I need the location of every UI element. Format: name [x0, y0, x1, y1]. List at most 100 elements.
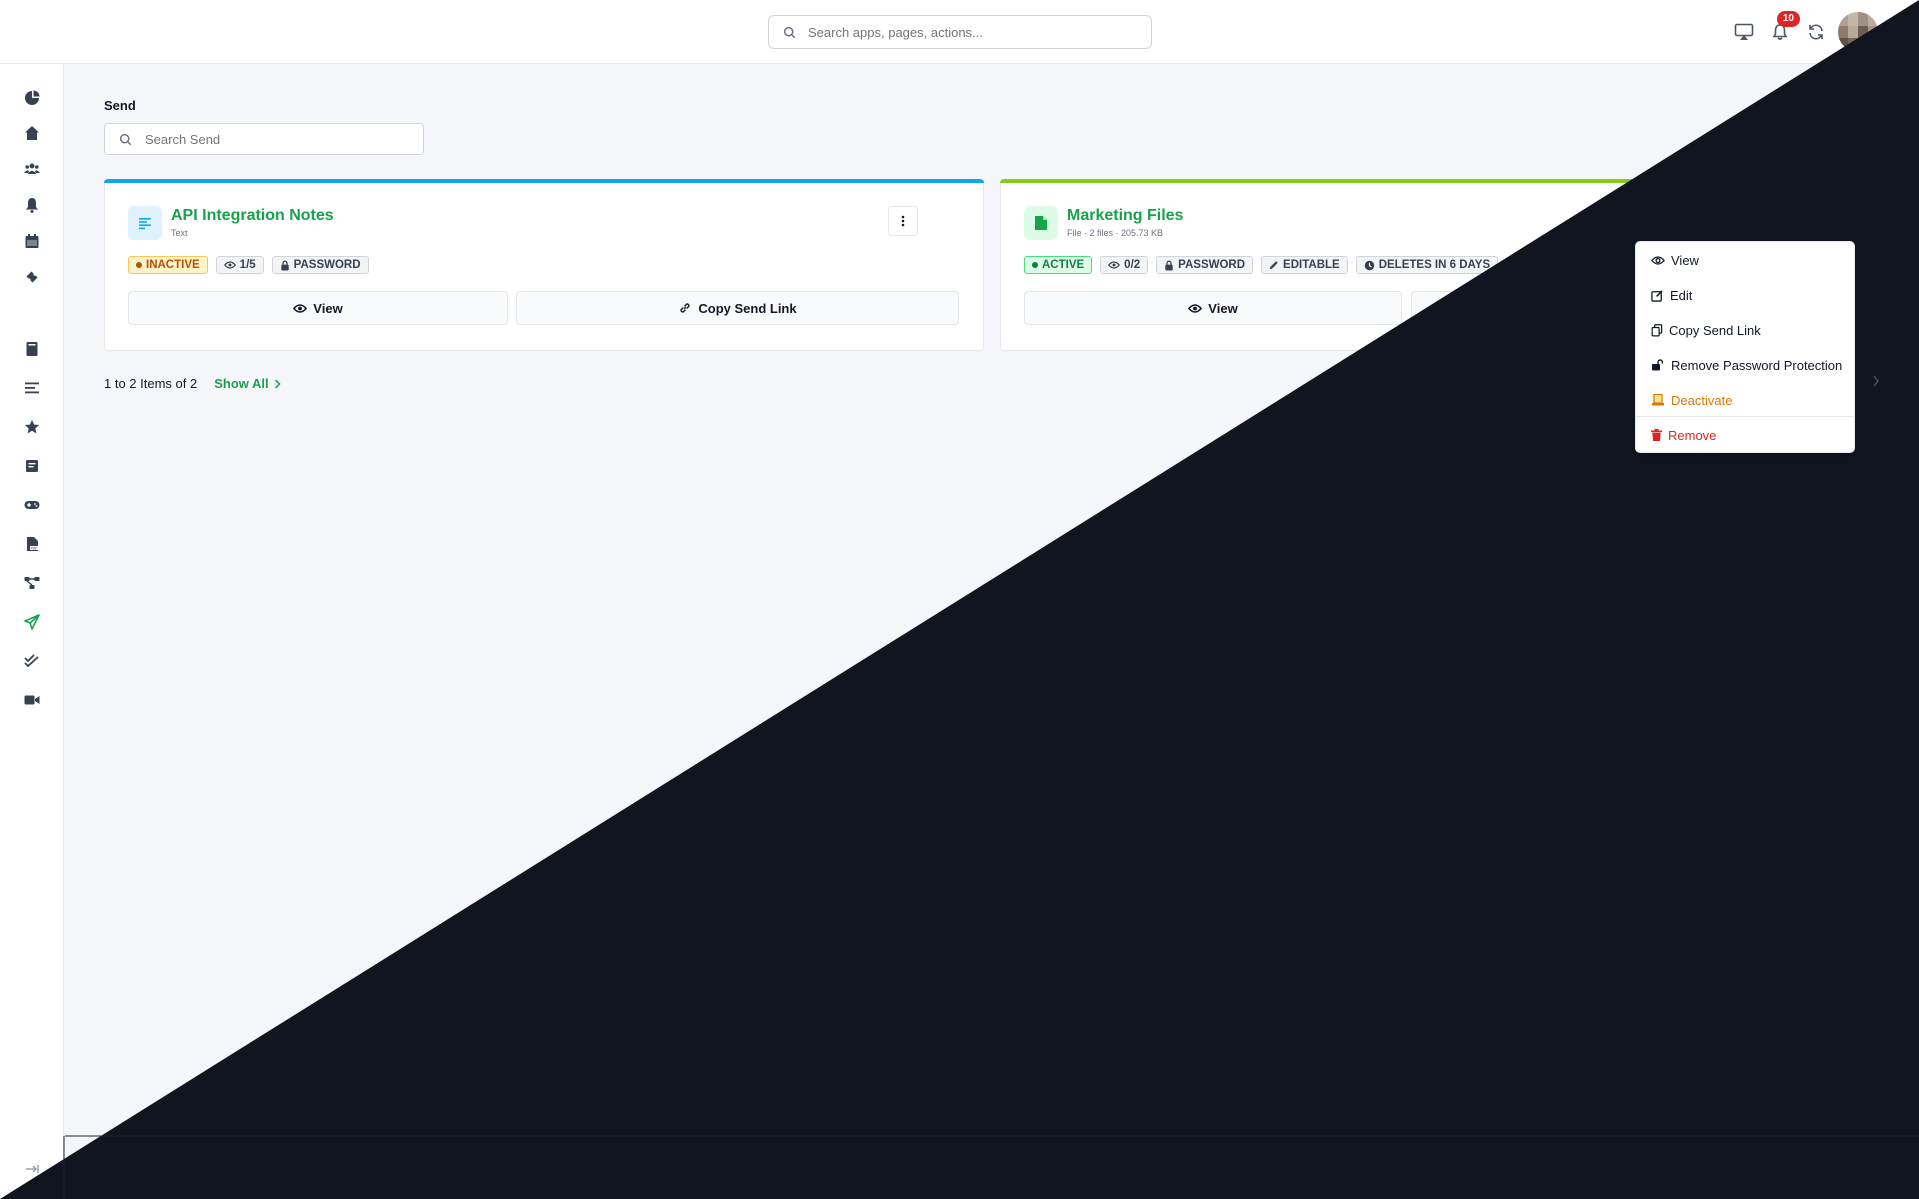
sidebar-item-users[interactable]	[22, 159, 42, 179]
more-options-button[interactable]	[1835, 206, 1865, 236]
card-accent-bar	[104, 179, 984, 183]
menu-divider	[1636, 416, 1854, 417]
page-title: Send	[104, 98, 136, 113]
new-send-button[interactable]: + Send	[1799, 123, 1881, 155]
menu-item-deactivate[interactable]: Deactivate	[1651, 390, 1732, 410]
main-content: Send + Send API Integration Notes Text I…	[64, 64, 1919, 1199]
show-all-link[interactable]: Show All	[214, 376, 281, 391]
menu-item-edit[interactable]: Edit	[1651, 285, 1692, 305]
sidebar-item-home[interactable]	[22, 123, 42, 143]
notification-badge: 10	[1776, 11, 1800, 27]
editable-badge: EDITABLE	[1261, 256, 1348, 274]
eye-icon	[1188, 303, 1203, 313]
calendar-icon	[25, 234, 39, 248]
pagination-summary: 1 to 2 Items of 2 Show All	[104, 376, 281, 391]
collapse-sidebar-icon	[26, 1165, 39, 1173]
sidebar-item-list[interactable]	[22, 378, 42, 398]
kebab-icon	[901, 215, 905, 227]
edit-icon	[1651, 289, 1663, 302]
menu-item-remove[interactable]: Remove	[1651, 425, 1716, 445]
eye-icon	[293, 303, 308, 313]
lock-icon	[281, 260, 289, 271]
paper-plane-icon	[24, 614, 40, 630]
sidebar-item-workflows[interactable]	[22, 573, 42, 593]
unlock-icon	[1652, 359, 1664, 371]
send-actions-menu: View Edit Copy Send Link Remove Password…	[1635, 241, 1855, 453]
bell-icon	[26, 198, 38, 213]
pdf-file-icon: PDF	[27, 537, 38, 551]
password-badge: PASSWORD	[271, 256, 369, 274]
pencil-icon	[1269, 261, 1278, 270]
eye-icon	[223, 261, 236, 269]
sidebar-item-meetings[interactable]	[22, 690, 42, 710]
document-icon	[26, 460, 38, 472]
chevron-right-icon	[274, 378, 281, 389]
book-icon	[26, 342, 38, 356]
status-badge: INACTIVE	[128, 256, 208, 274]
home-icon	[25, 126, 39, 140]
star-icon	[24, 419, 40, 434]
send-type: Text	[171, 228, 188, 238]
status-badges: ACTIVE 0/2 PASSWORD EDITABLE DELETES IN …	[1024, 256, 1499, 274]
views-badge: 0/2	[1100, 256, 1149, 274]
svg-text:PDF: PDF	[31, 547, 38, 551]
deletion-badge: DELETES IN 6 DAYS	[1355, 256, 1499, 274]
link-icon	[680, 303, 691, 313]
lock-icon	[1165, 260, 1173, 271]
sidebar-item-games[interactable]	[22, 495, 42, 515]
status-dot	[136, 262, 142, 268]
sidebar-item-tasks[interactable]	[22, 651, 42, 671]
sidebar-item-tickets[interactable]	[22, 267, 42, 287]
send-card: API Integration Notes Text INACTIVE 1/5 …	[104, 179, 984, 351]
plus-icon: +	[1816, 130, 1826, 147]
sidebar-item-favorites[interactable]	[22, 417, 42, 437]
sidebar-item-documents[interactable]	[22, 456, 42, 476]
sidebar-collapse-button[interactable]	[22, 1159, 42, 1179]
copy-send-link-button[interactable]: Copy Send Link	[516, 291, 959, 325]
view-button[interactable]: View	[1024, 291, 1402, 325]
kebab-icon	[1848, 215, 1852, 227]
workflow-icon	[24, 577, 40, 589]
video-camera-icon	[24, 695, 40, 705]
send-title[interactable]: API Integration Notes	[171, 207, 334, 225]
status-badges: INACTIVE 1/5 PASSWORD	[128, 256, 369, 274]
user-avatar[interactable]	[1838, 12, 1878, 52]
menu-item-view[interactable]: View	[1651, 250, 1699, 270]
global-search-input[interactable]	[808, 24, 1128, 40]
notifications-button[interactable]: 10	[1762, 11, 1800, 50]
ticket-icon	[26, 271, 38, 283]
link-icon	[1577, 303, 1587, 313]
global-search[interactable]	[768, 15, 1152, 49]
eye-icon	[1651, 255, 1665, 265]
refresh-button[interactable]	[1798, 14, 1834, 50]
sidebar-item-send[interactable]	[22, 612, 42, 632]
sidebar-item-calendar[interactable]	[22, 231, 42, 251]
sidebar-item-dashboard[interactable]	[22, 88, 42, 108]
refresh-icon	[1809, 24, 1823, 40]
cast-button[interactable]	[1726, 14, 1762, 50]
view-button[interactable]: View	[128, 291, 508, 325]
menu-item-remove-password[interactable]: Remove Password Protection	[1651, 355, 1842, 375]
sidebar-item-notifications[interactable]	[22, 195, 42, 215]
new-send-label: Send	[1831, 131, 1864, 147]
views-badge: 1/5	[215, 256, 264, 274]
search-icon	[119, 133, 132, 145]
top-bar: 10	[0, 0, 1919, 64]
items-count: 1 to 2 Items of 2	[104, 376, 198, 391]
copy-icon	[1651, 323, 1663, 336]
eye-icon	[1108, 261, 1121, 269]
menu-item-copy-link[interactable]: Copy Send Link	[1651, 320, 1761, 340]
deactivate-icon	[1652, 394, 1664, 406]
more-options-button[interactable]	[888, 206, 918, 236]
send-search[interactable]	[104, 123, 424, 155]
airplay-icon	[1734, 23, 1754, 40]
sidebar-item-pdf[interactable]: PDF	[22, 534, 42, 554]
file-send-icon	[1024, 206, 1058, 240]
sidebar-item-notes[interactable]	[22, 339, 42, 359]
gamepad-icon	[24, 501, 40, 509]
send-details: File · 2 files · 205.73 KB	[1067, 228, 1164, 238]
send-search-input[interactable]	[145, 131, 405, 147]
pie-chart-icon	[25, 90, 40, 105]
send-title[interactable]: Marketing Files	[1067, 207, 1183, 225]
sidebar: PDF	[0, 64, 64, 1199]
